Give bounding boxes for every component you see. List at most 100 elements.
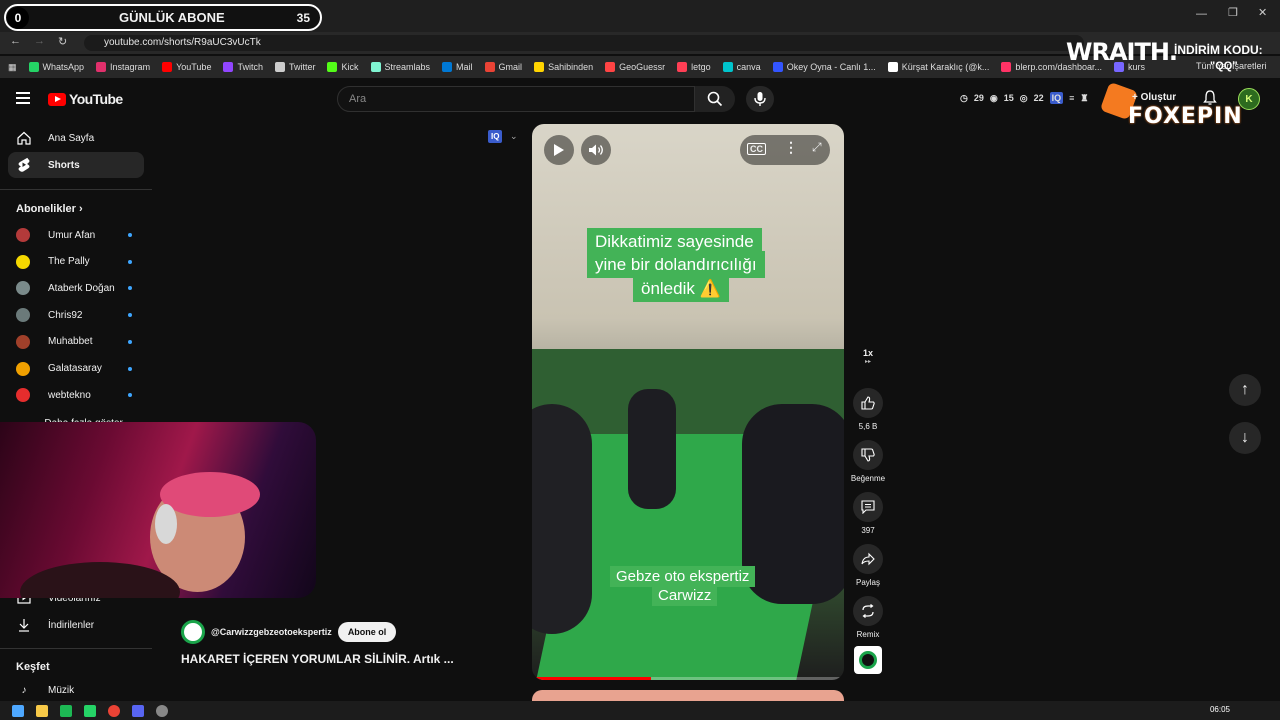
channel-name[interactable]: @Carwizzgebzeotoekspertiz	[211, 627, 332, 637]
bookmark-item[interactable]: WhatsApp	[28, 62, 84, 72]
create-button[interactable]: + Oluştur	[1132, 92, 1176, 103]
divider	[0, 648, 152, 649]
channel-avatar	[16, 228, 30, 242]
search-icon	[707, 91, 723, 107]
play-button[interactable]	[544, 135, 574, 165]
new-content-dot	[128, 286, 132, 291]
more-vertical-icon[interactable]: ⋮	[784, 139, 798, 156]
bookmark-item[interactable]: Kick	[327, 62, 359, 72]
subscription-item[interactable]: The Pally	[8, 249, 144, 275]
bookmark-item[interactable]: Twitter	[274, 62, 315, 72]
playback-speed-button[interactable]: 1x ▸▸	[852, 348, 884, 365]
bookmark-item[interactable]: GeoGuessr	[605, 62, 665, 72]
obs-icon[interactable]	[156, 704, 168, 717]
subscription-name: Umur Afan	[48, 229, 96, 241]
caption-line-3: önledik ⚠️	[633, 275, 729, 302]
search-button[interactable]	[695, 86, 735, 112]
menu-icon[interactable]	[16, 92, 30, 104]
subscription-item[interactable]: webtekno	[8, 382, 144, 408]
subscribe-button[interactable]: Abone ol	[337, 622, 397, 642]
caption-line-2: yine bir dolandırıcılığı	[587, 251, 765, 278]
discord-icon[interactable]	[132, 704, 144, 717]
subscription-item[interactable]: Chris92	[8, 302, 144, 328]
close-icon[interactable]: ✕	[1258, 6, 1267, 19]
bookmark-item[interactable]: Mail	[442, 62, 473, 72]
channel-thumbnail[interactable]	[854, 646, 882, 674]
voice-search-button[interactable]	[746, 86, 774, 112]
chrome-icon[interactable]	[108, 704, 120, 717]
sidebar-item-downloads[interactable]: İndirilenler	[8, 612, 144, 638]
search-input[interactable]: Ara	[337, 86, 695, 112]
previous-short-button[interactable]: ↑	[1229, 374, 1261, 406]
comments-button[interactable]: 397	[852, 492, 884, 535]
video-title[interactable]: HAKARET İÇEREN YORUMLAR SİLİNİR. Artık .…	[181, 652, 454, 666]
subscription-item[interactable]: Ataberk Doğan	[8, 275, 144, 301]
like-button[interactable]: 5,6 B	[852, 388, 884, 431]
list-icon[interactable]: ≡	[1069, 93, 1074, 103]
bookmark-item[interactable]: Twitch	[223, 62, 263, 72]
bookmark-item[interactable]: canva	[722, 62, 761, 72]
clock-icon: ◷	[960, 92, 968, 103]
reload-icon[interactable]: ↻	[58, 35, 67, 48]
bookmark-favicon-icon	[162, 62, 173, 72]
bookmark-item[interactable]: Streamlabs	[370, 62, 430, 72]
abone-title: GÜNLÜK ABONE	[119, 10, 225, 25]
bookmark-favicon-icon	[484, 62, 495, 72]
viewers-icon: ◎	[1019, 92, 1028, 103]
bookmark-item[interactable]: Instagram	[96, 62, 150, 72]
subscription-item[interactable]: Umur Afan	[8, 222, 144, 248]
bookmark-favicon-icon	[274, 62, 285, 72]
bookmark-item[interactable]: Okey Oyna - Canlı 1...	[772, 62, 876, 72]
chevron-down-icon[interactable]: ⌄	[510, 131, 518, 142]
dislike-button[interactable]: Beğenme	[851, 440, 885, 483]
youtube-logo[interactable]: YouTube	[48, 91, 123, 107]
abone-start-count: 0	[7, 6, 29, 29]
daily-subscriber-widget: 0 GÜNLÜK ABONE 35	[4, 4, 322, 31]
share-button[interactable]: Paylaş	[852, 544, 884, 587]
fullscreen-icon[interactable]: ⤢	[812, 140, 822, 155]
notification-bell-icon[interactable]	[1202, 90, 1218, 111]
new-content-dot	[128, 259, 132, 264]
account-avatar[interactable]: K	[1238, 88, 1260, 110]
sidebar-item-shorts[interactable]: Shorts	[8, 152, 144, 178]
forward-icon[interactable]: →	[34, 35, 45, 47]
shorts-video-player[interactable]: CC ⋮ ⤢ Dikkatimiz sayesinde yine bir dol…	[532, 124, 844, 680]
bookmark-item[interactable]: Gmail	[484, 62, 522, 72]
captions-icon[interactable]: CC	[747, 143, 766, 155]
spotify-icon[interactable]	[60, 704, 72, 717]
apps-grid-icon[interactable]: ▦	[8, 62, 17, 73]
subscription-item[interactable]: Galatasaray	[8, 356, 144, 382]
sidebar-item-home[interactable]: Ana Sayfa	[8, 125, 144, 151]
extension-icon[interactable]: IQ	[1049, 92, 1064, 104]
trophy-icon[interactable]: ♜	[1080, 93, 1088, 104]
bookmark-item[interactable]: letgo	[677, 62, 711, 72]
start-icon[interactable]	[12, 704, 24, 717]
minimize-icon[interactable]: —	[1196, 8, 1207, 20]
remix-icon	[853, 596, 883, 626]
video-progress-bar[interactable]	[532, 677, 844, 680]
channel-avatar	[16, 361, 30, 376]
bookmark-favicon-icon	[722, 62, 733, 72]
channel-avatar	[16, 388, 30, 403]
remix-button[interactable]: Remix	[852, 596, 884, 639]
file-explorer-icon[interactable]	[36, 704, 48, 717]
url-field[interactable]: youtube.com/shorts/R9aUC3vUcTk	[84, 35, 1084, 51]
sidebar-item-music[interactable]: ♪ Müzik	[8, 677, 144, 703]
discount-code: "QQ"	[1210, 60, 1238, 72]
bookmark-item[interactable]: YouTube	[162, 62, 211, 72]
next-short-button[interactable]: ↓	[1229, 422, 1261, 454]
bookmark-item[interactable]: Kürşat Karaklıç (@k...	[887, 62, 989, 72]
subscription-name: Galatasaray	[48, 363, 102, 374]
subscriptions-heading[interactable]: Abonelikler ›	[16, 203, 83, 215]
volume-button[interactable]	[581, 135, 611, 165]
back-icon[interactable]: ←	[10, 35, 21, 47]
restore-icon[interactable]: ❐	[1228, 6, 1238, 19]
home-icon	[16, 130, 32, 146]
bookmark-item[interactable]: Sahibinden	[534, 62, 593, 72]
iq-extension-badge[interactable]: IQ	[488, 130, 503, 143]
subscription-item[interactable]: Muhabbet	[8, 329, 144, 355]
video-person-left	[532, 404, 592, 634]
bookmark-favicon-icon	[223, 62, 234, 72]
channel-avatar[interactable]	[181, 620, 205, 644]
whatsapp-icon[interactable]	[84, 704, 96, 717]
